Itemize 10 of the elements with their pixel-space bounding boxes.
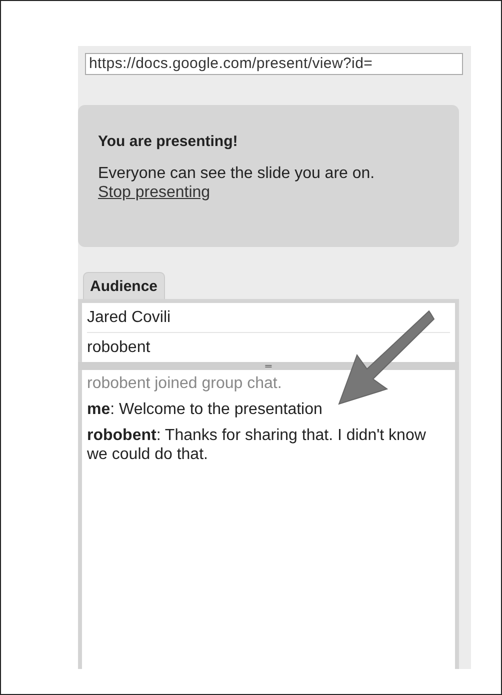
- url-field[interactable]: https://docs.google.com/present/view?id=: [85, 53, 463, 75]
- stop-presenting-link[interactable]: Stop presenting: [98, 183, 210, 202]
- chat-message: me: Welcome to the presentation: [87, 400, 324, 419]
- notice-title: You are presenting!: [98, 133, 239, 150]
- audience-tab[interactable]: Audience: [83, 272, 165, 299]
- chat-message: robobent: Thanks for sharing that. I didn't know we could do that.: [87, 426, 427, 464]
- notice-text: Everyone can see the slide you are on.: [98, 164, 376, 183]
- audience-member[interactable]: robobent: [87, 333, 450, 362]
- splitter-handle[interactable]: ═: [78, 362, 459, 370]
- system-message: robobent joined group chat.: [87, 374, 283, 393]
